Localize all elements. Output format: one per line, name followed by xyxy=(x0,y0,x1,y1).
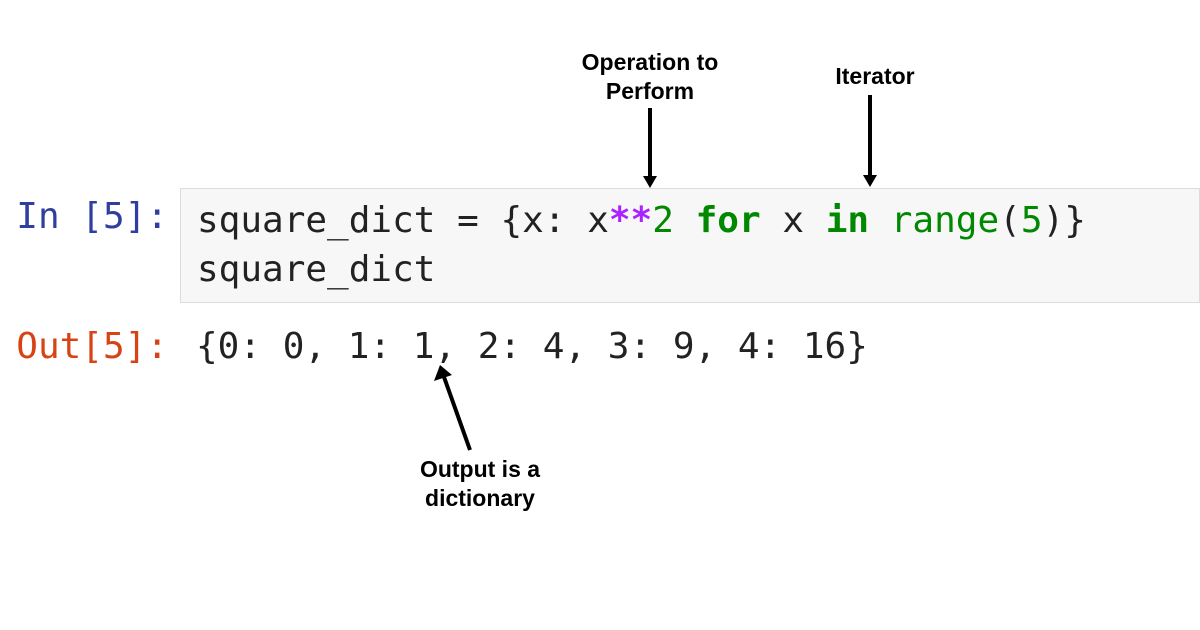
code-text: } xyxy=(1064,200,1086,241)
code-text: x xyxy=(522,200,544,241)
annotation-operation: Operation toPerform xyxy=(555,48,745,106)
code-keyword: in xyxy=(826,200,869,241)
jupyter-output-cell: Out[5]: {0: 0, 1: 1, 2: 4, 3: 9, 4: 16} xyxy=(0,318,1200,375)
code-var: square_dict xyxy=(197,249,435,290)
code-keyword: for xyxy=(696,200,761,241)
code-text xyxy=(761,200,783,241)
arrow-down-icon xyxy=(860,95,880,187)
code-output: {0: 0, 1: 1, 2: 4, 3: 9, 4: 16} xyxy=(180,318,1200,375)
annotation-iterator: Iterator xyxy=(815,62,935,91)
code-text: x xyxy=(587,200,609,241)
code-text xyxy=(804,200,826,241)
code-text xyxy=(869,200,891,241)
code-text: : xyxy=(544,200,587,241)
code-number: 5 xyxy=(1021,200,1043,241)
code-text: x xyxy=(782,200,804,241)
code-operator: ** xyxy=(609,200,652,241)
code-text: = xyxy=(435,200,500,241)
code-text: ) xyxy=(1043,200,1065,241)
code-builtin: range xyxy=(891,200,999,241)
annotation-output: Output is adictionary xyxy=(400,455,560,513)
code-var: square_dict xyxy=(197,200,435,241)
arrow-up-icon xyxy=(430,365,490,455)
code-text: ( xyxy=(999,200,1021,241)
arrow-down-icon xyxy=(640,108,660,188)
input-prompt: In [5]: xyxy=(0,188,180,303)
code-text: { xyxy=(500,200,522,241)
code-input[interactable]: square_dict = {x: x**2 for x in range(5)… xyxy=(180,188,1200,303)
code-number: 2 xyxy=(652,200,674,241)
output-prompt: Out[5]: xyxy=(0,318,180,375)
jupyter-input-cell: In [5]: square_dict = {x: x**2 for x in … xyxy=(0,188,1200,303)
code-text xyxy=(674,200,696,241)
